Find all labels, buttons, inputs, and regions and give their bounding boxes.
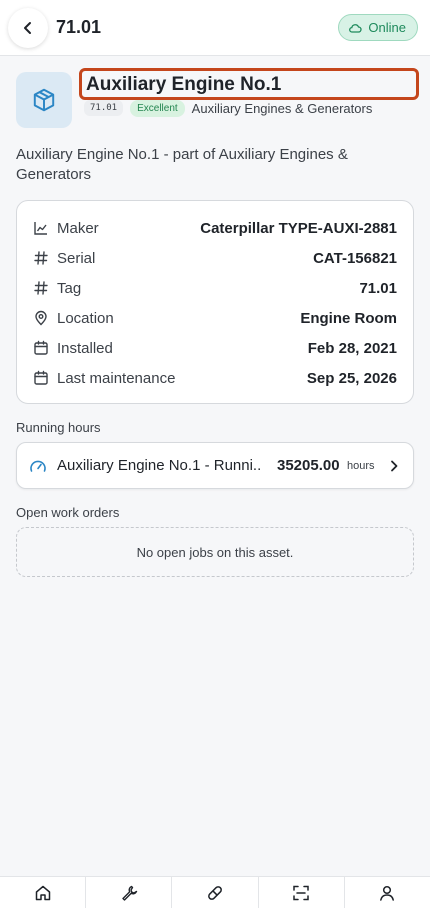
detail-label: Location <box>57 309 114 327</box>
page-title: 71.01 <box>56 17 102 37</box>
cloud-icon <box>349 23 363 33</box>
calendar-icon <box>33 370 49 386</box>
detail-value: Engine Room <box>300 309 397 327</box>
box-icon <box>33 88 55 112</box>
top-bar: 71.01 Online <box>0 0 430 56</box>
detail-value: Caterpillar TYPE-AUXI-2881 <box>200 219 397 237</box>
detail-value: Feb 28, 2021 <box>307 339 397 357</box>
meter-name: Auxiliary Engine No.1 - Runni... <box>57 457 262 474</box>
detail-label: Installed <box>57 339 113 357</box>
location-pin-icon <box>33 310 49 326</box>
hash-icon <box>33 280 49 296</box>
status-label: Online <box>368 20 406 35</box>
empty-state-text: No open jobs on this asset. <box>136 544 294 560</box>
nav-maintenance[interactable] <box>86 877 173 908</box>
chevron-left-icon <box>24 22 31 34</box>
hours-unit: hours <box>347 460 375 472</box>
detail-value: 71.01 <box>359 279 397 297</box>
detail-label: Maker <box>57 219 99 237</box>
user-icon <box>380 885 395 901</box>
nav-profile[interactable] <box>345 877 430 908</box>
tag-chip: 71.01 <box>84 100 124 116</box>
asset-avatar <box>16 72 72 128</box>
detail-row-serial: Serial CAT-156821 <box>33 248 397 268</box>
asset-description: Auxiliary Engine No.1 - part of Auxiliar… <box>16 146 348 183</box>
detail-row-tag: Tag 71.01 <box>33 278 397 298</box>
detail-label: Serial <box>57 249 96 267</box>
bottom-nav <box>0 876 430 908</box>
detail-row-installed: Installed Feb 28, 2021 <box>33 338 397 358</box>
home-icon <box>35 885 50 900</box>
asset-meta: 71.01 Excellent Auxiliary Engines & Gene… <box>84 99 372 117</box>
nav-parts[interactable] <box>172 877 259 908</box>
nav-scan[interactable] <box>259 877 345 908</box>
running-hours-label: Running hours <box>16 420 101 435</box>
back-button[interactable] <box>8 8 48 48</box>
calendar-icon <box>33 340 49 356</box>
work-orders-label: Open work orders <box>16 505 120 520</box>
detail-row-location: Location Engine Room <box>33 308 397 328</box>
status-badge: Online <box>338 14 418 41</box>
hours-value: 35205.00 <box>277 457 340 474</box>
detail-label: Tag <box>57 279 82 297</box>
nav-home[interactable] <box>0 877 87 908</box>
running-hours-card[interactable]: Auxiliary Engine No.1 - Runni... 35205.0… <box>16 442 414 489</box>
detail-row-last-maintenance: Last maintenance Sep 25, 2026 <box>33 368 397 388</box>
scan-icon <box>293 885 309 900</box>
chart-icon <box>33 220 49 236</box>
condition-badge: Excellent <box>130 99 185 117</box>
work-orders-empty-state: No open jobs on this asset. <box>16 527 414 577</box>
hash-icon <box>33 250 49 266</box>
wrench-icon <box>122 885 137 901</box>
category-label: Auxiliary Engines & Generators <box>191 100 373 116</box>
detail-label: Last maintenance <box>57 369 176 387</box>
pill-icon <box>208 885 222 900</box>
detail-value: Sep 25, 2026 <box>306 369 397 387</box>
asset-name[interactable]: Auxiliary Engine No.1 <box>79 68 419 100</box>
gauge-icon <box>30 460 46 472</box>
chevron-right-icon <box>391 460 398 472</box>
detail-row-maker: Maker Caterpillar TYPE-AUXI-2881 <box>33 218 397 238</box>
detail-value: CAT-156821 <box>313 249 397 267</box>
details-card: Maker Caterpillar TYPE-AUXI-2881 Serial … <box>16 200 414 404</box>
